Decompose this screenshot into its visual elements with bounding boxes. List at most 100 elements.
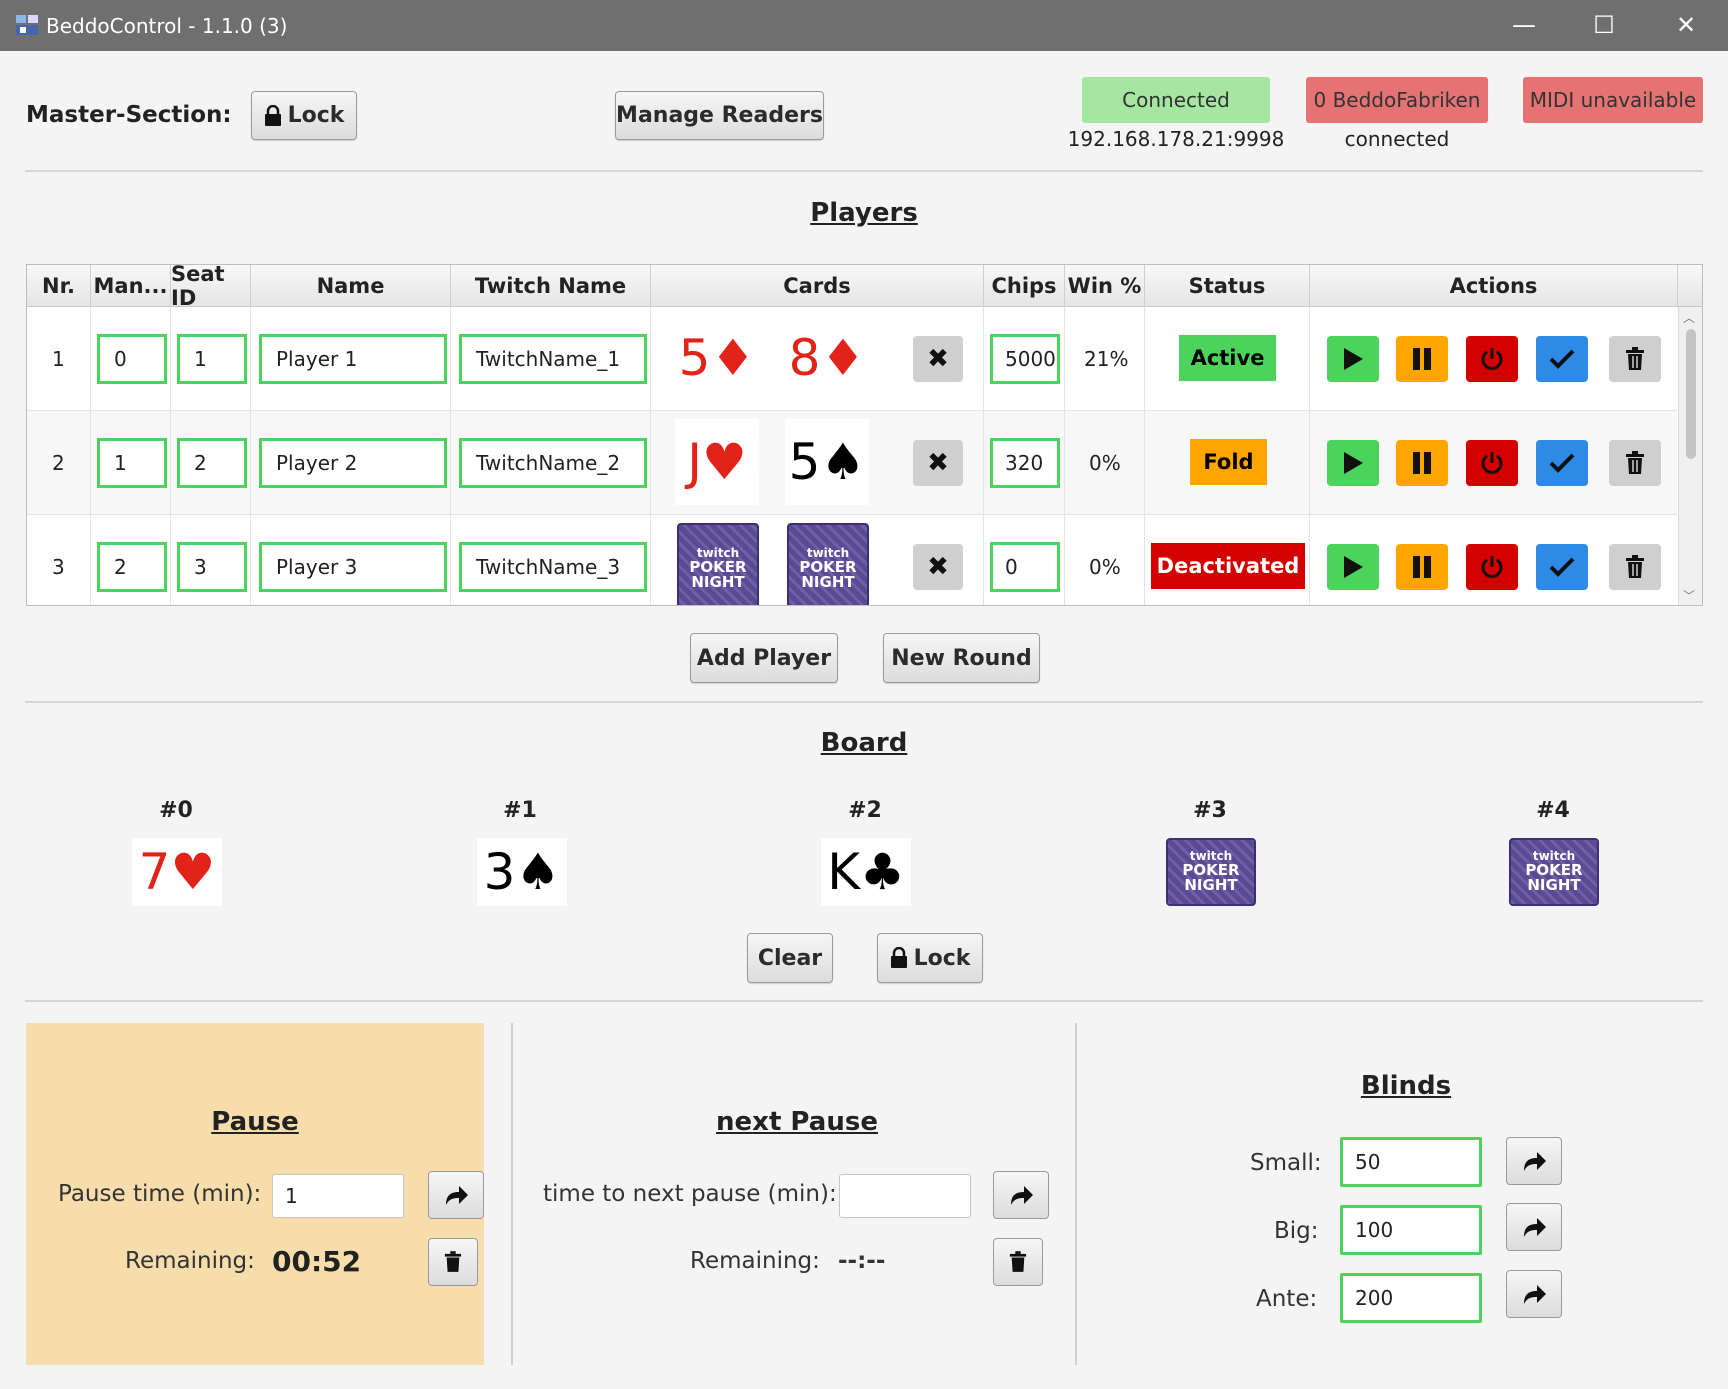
- player-name-field[interactable]: Player 3: [259, 542, 447, 592]
- cell-nr: 2: [27, 411, 91, 515]
- clear-cards-button[interactable]: ✖: [913, 336, 963, 382]
- big-blind-input[interactable]: 100: [1340, 1205, 1482, 1255]
- board-lock-button[interactable]: Lock: [877, 933, 983, 983]
- clear-cards-button[interactable]: ✖: [913, 544, 963, 590]
- maximize-button[interactable]: ☐: [1564, 0, 1644, 51]
- minimize-button[interactable]: —: [1484, 0, 1564, 51]
- column-header-win[interactable]: Win %: [1065, 265, 1145, 307]
- delete-player-button[interactable]: [1609, 544, 1661, 590]
- play-button[interactable]: [1327, 336, 1379, 382]
- column-header-cards[interactable]: Cards: [651, 265, 984, 307]
- play-button[interactable]: [1327, 440, 1379, 486]
- table-scrollbar[interactable]: ︿ ﹀: [1678, 307, 1702, 605]
- power-icon: [1481, 348, 1503, 370]
- player-name-field[interactable]: Player 1: [259, 334, 447, 384]
- pause-button[interactable]: [1396, 544, 1448, 590]
- pause-button[interactable]: [1396, 336, 1448, 382]
- small-blind-label: Small:: [1250, 1150, 1322, 1176]
- card-back-line: NIGHT: [801, 573, 855, 592]
- column-header-seat[interactable]: Seat ID: [171, 265, 251, 310]
- column-header-nr[interactable]: Nr.: [27, 265, 91, 307]
- pause-time-input[interactable]: 1: [272, 1174, 404, 1218]
- board-slot-label: #4: [1536, 798, 1570, 823]
- player-name-field[interactable]: Player 2: [259, 438, 447, 488]
- chips-field[interactable]: 320: [990, 438, 1060, 488]
- forward-icon: [1524, 1285, 1546, 1304]
- card-back-line: NIGHT: [691, 573, 745, 592]
- deactivate-button[interactable]: [1466, 440, 1518, 486]
- small-blind-input[interactable]: 50: [1340, 1137, 1482, 1187]
- twitch-name-field[interactable]: TwitchName_1: [459, 334, 647, 384]
- power-icon: [1481, 556, 1503, 578]
- scroll-up-arrow[interactable]: ︿: [1683, 309, 1695, 326]
- connection-status-badge: Connected: [1082, 77, 1270, 123]
- card-rank: 7: [138, 843, 171, 901]
- forward-icon: [1524, 1152, 1546, 1171]
- confirm-button[interactable]: [1536, 336, 1588, 382]
- column-header-status[interactable]: Status: [1145, 265, 1310, 307]
- delete-player-button[interactable]: [1609, 440, 1661, 486]
- seat-id-field[interactable]: 2: [177, 438, 247, 488]
- next-pause-remaining-label: Remaining:: [690, 1248, 820, 1274]
- column-header-manager[interactable]: Man...: [91, 265, 171, 307]
- big-blind-label: Big:: [1274, 1218, 1319, 1244]
- column-header-name[interactable]: Name: [251, 265, 451, 307]
- manage-readers-button[interactable]: Manage Readers: [615, 91, 824, 140]
- ante-apply-button[interactable]: [1506, 1270, 1562, 1318]
- confirm-button[interactable]: [1536, 440, 1588, 486]
- ante-input[interactable]: 200: [1340, 1273, 1482, 1323]
- card-back: twitch POKER NIGHT: [1509, 838, 1599, 906]
- status-badge: Active: [1179, 335, 1276, 381]
- master-lock-button[interactable]: Lock: [251, 91, 357, 140]
- clear-cards-button[interactable]: ✖: [913, 440, 963, 486]
- twitch-name-field[interactable]: TwitchName_3: [459, 542, 647, 592]
- players-table: Nr. Man... Seat ID Name Twitch Name Card…: [26, 264, 1703, 606]
- close-button[interactable]: ✕: [1646, 0, 1726, 51]
- play-icon: [1344, 556, 1363, 578]
- seat-id-field[interactable]: 1: [177, 334, 247, 384]
- twitch-name-field[interactable]: TwitchName_2: [459, 438, 647, 488]
- big-blind-apply-button[interactable]: [1506, 1203, 1562, 1251]
- card-rank: 3: [483, 843, 516, 901]
- next-pause-set-button[interactable]: [993, 1171, 1049, 1219]
- next-pause-clear-button[interactable]: [993, 1238, 1043, 1286]
- divider: [25, 701, 1703, 703]
- divider: [25, 1000, 1703, 1002]
- cell-nr: 1: [27, 307, 91, 411]
- new-round-button[interactable]: New Round: [883, 633, 1040, 683]
- row-number: 1: [52, 347, 65, 371]
- next-pause-time-label: time to next pause (min):: [543, 1181, 837, 1207]
- pause-button[interactable]: [1396, 440, 1448, 486]
- pause-start-button[interactable]: [428, 1171, 484, 1219]
- pause-clear-button[interactable]: [428, 1238, 478, 1286]
- pause-icon: [1413, 348, 1431, 370]
- confirm-button[interactable]: [1536, 544, 1588, 590]
- scroll-thumb[interactable]: [1686, 329, 1696, 459]
- chips-field[interactable]: 0: [990, 542, 1060, 592]
- chips-field[interactable]: 5000: [990, 334, 1060, 384]
- trash-icon: [1626, 347, 1644, 370]
- scroll-down-arrow[interactable]: ﹀: [1683, 587, 1695, 604]
- cell-nr: 3: [27, 515, 91, 605]
- manager-field[interactable]: 0: [97, 334, 167, 384]
- add-player-button[interactable]: Add Player: [690, 633, 838, 683]
- board-clear-button[interactable]: Clear: [747, 933, 833, 983]
- play-button[interactable]: [1327, 544, 1379, 590]
- delete-player-button[interactable]: [1609, 336, 1661, 382]
- card-suit: ♠: [515, 843, 561, 901]
- row-number: 2: [52, 451, 65, 475]
- board-slot-label: #0: [159, 798, 193, 823]
- next-pause-time-input[interactable]: [839, 1174, 971, 1218]
- column-header-actions[interactable]: Actions: [1310, 265, 1678, 307]
- deactivate-button[interactable]: [1466, 336, 1518, 382]
- column-header-twitch[interactable]: Twitch Name: [451, 265, 651, 307]
- card-back-line: NIGHT: [1184, 876, 1238, 895]
- card-suit: ♥: [701, 433, 747, 491]
- small-blind-apply-button[interactable]: [1506, 1137, 1562, 1185]
- table-row: 2 1 2 Player 2 TwitchName_2 J ♥ 5 ♠ ✖ 320 …: [27, 411, 1677, 515]
- seat-id-field[interactable]: 3: [177, 542, 247, 592]
- deactivate-button[interactable]: [1466, 544, 1518, 590]
- column-header-chips[interactable]: Chips: [984, 265, 1065, 307]
- manager-field[interactable]: 1: [97, 438, 167, 488]
- manager-field[interactable]: 2: [97, 542, 167, 592]
